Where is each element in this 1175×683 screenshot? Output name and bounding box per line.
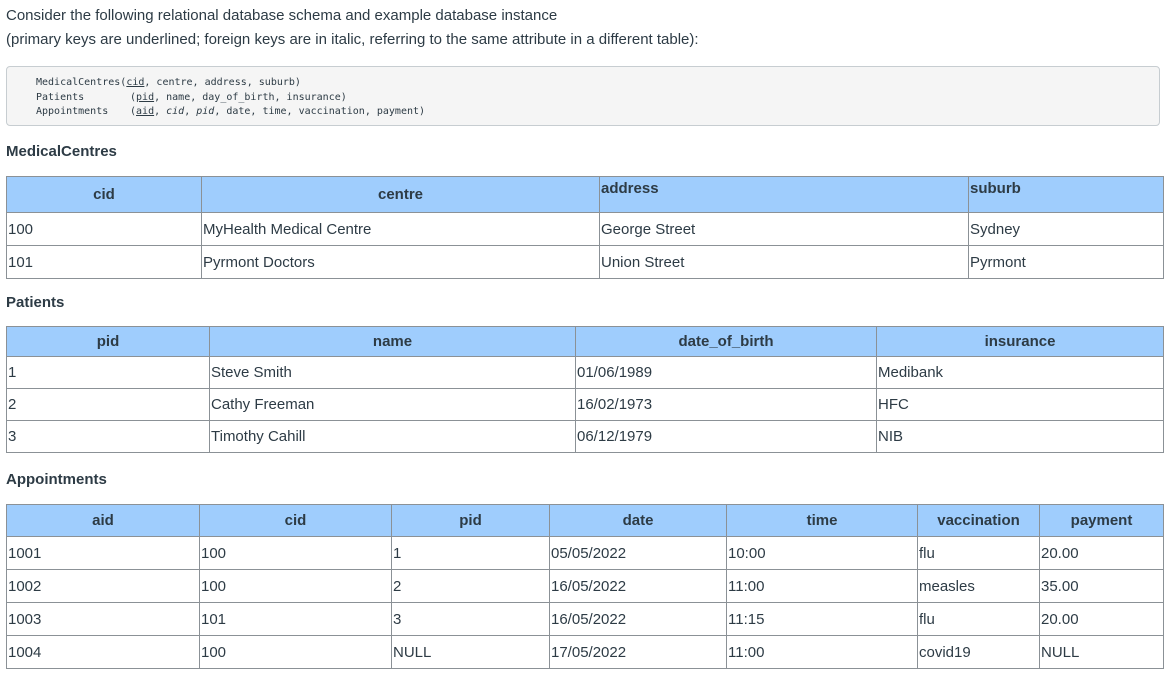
schema-patients: Patients(pid, name, day_of_birth, insura… xyxy=(36,91,1159,106)
column-header-aid: aid xyxy=(7,505,200,537)
table-row: 100 MyHealth Medical Centre George Stree… xyxy=(7,213,1164,246)
column-header-cid: cid xyxy=(200,505,392,537)
schema-primary-key: pid xyxy=(136,92,154,103)
column-header-time: time xyxy=(727,505,918,537)
table-row: 101 Pyrmont Doctors Union Street Pyrmont xyxy=(7,246,1164,279)
column-header-centre: centre xyxy=(202,177,600,213)
table-cell: 1 xyxy=(7,357,210,389)
table-cell: measles xyxy=(918,570,1040,603)
table-cell: 100 xyxy=(200,570,392,603)
schema-foreign-key: cid xyxy=(166,106,184,117)
table-cell: 1001 xyxy=(7,537,200,570)
table-row: 1 Steve Smith 01/06/1989 Medibank xyxy=(7,357,1164,389)
schema-code-block: MedicalCentres(cid, centre, address, sub… xyxy=(6,66,1160,126)
table-cell: 16/05/2022 xyxy=(550,570,727,603)
table-row: 1002 100 2 16/05/2022 11:00 measles 35.0… xyxy=(7,570,1164,603)
column-header-suburb: suburb xyxy=(969,177,1164,213)
table-row: 1004 100 NULL 17/05/2022 11:00 covid19 N… xyxy=(7,636,1164,669)
table-cell: Sydney xyxy=(969,213,1164,246)
table-cell: George Street xyxy=(600,213,969,246)
column-header-pid: pid xyxy=(392,505,550,537)
table-cell: 3 xyxy=(392,603,550,636)
table-cell: 16/05/2022 xyxy=(550,603,727,636)
table-row: 1001 100 1 05/05/2022 10:00 flu 20.00 xyxy=(7,537,1164,570)
table-cell: 17/05/2022 xyxy=(550,636,727,669)
table-cell: 05/05/2022 xyxy=(550,537,727,570)
table-cell: 16/02/1973 xyxy=(576,389,877,421)
schema-relation-name: Patients xyxy=(36,91,130,106)
schema-primary-key: aid xyxy=(136,106,154,117)
medical-centres-title: MedicalCentres xyxy=(6,143,117,161)
schema-relation-name: MedicalCentres xyxy=(36,77,120,88)
column-header-date: date xyxy=(550,505,727,537)
table-row: 1003 101 3 16/05/2022 11:15 flu 20.00 xyxy=(7,603,1164,636)
table-cell: NULL xyxy=(392,636,550,669)
table-cell: Cathy Freeman xyxy=(210,389,576,421)
table-cell: 2 xyxy=(392,570,550,603)
table-cell: 100 xyxy=(200,636,392,669)
table-cell: 11:15 xyxy=(727,603,918,636)
intro-line-2: (primary keys are underlined; foreign ke… xyxy=(6,31,699,49)
table-header-row: cid centre address suburb xyxy=(7,177,1164,213)
table-cell: 35.00 xyxy=(1040,570,1164,603)
table-cell: 1003 xyxy=(7,603,200,636)
column-header-cid: cid xyxy=(7,177,202,213)
table-cell: 20.00 xyxy=(1040,537,1164,570)
table-cell: 100 xyxy=(200,537,392,570)
table-cell: 1004 xyxy=(7,636,200,669)
table-cell: 10:00 xyxy=(727,537,918,570)
table-cell: 3 xyxy=(7,421,210,453)
table-cell: covid19 xyxy=(918,636,1040,669)
column-header-insurance: insurance xyxy=(877,327,1164,357)
table-header-row: aid cid pid date time vaccination paymen… xyxy=(7,505,1164,537)
table-row: 3 Timothy Cahill 06/12/1979 NIB xyxy=(7,421,1164,453)
column-header-date-of-birth: date_of_birth xyxy=(576,327,877,357)
schema-medical-centres: MedicalCentres(cid, centre, address, sub… xyxy=(36,76,1159,91)
appointments-title: Appointments xyxy=(6,471,107,489)
patients-table: pid name date_of_birth insurance 1 Steve… xyxy=(6,326,1164,453)
appointments-table: aid cid pid date time vaccination paymen… xyxy=(6,504,1164,669)
table-cell: Steve Smith xyxy=(210,357,576,389)
column-header-vaccination: vaccination xyxy=(918,505,1040,537)
column-header-address: address xyxy=(600,177,969,213)
intro-line-1: Consider the following relational databa… xyxy=(6,7,557,25)
table-cell: 100 xyxy=(7,213,202,246)
table-cell: Union Street xyxy=(600,246,969,279)
table-cell: 01/06/1989 xyxy=(576,357,877,389)
schema-relation-name: Appointments xyxy=(36,105,130,120)
table-cell: flu xyxy=(918,603,1040,636)
column-header-pid: pid xyxy=(7,327,210,357)
table-cell: 1 xyxy=(392,537,550,570)
table-cell: NIB xyxy=(877,421,1164,453)
table-cell: NULL xyxy=(1040,636,1164,669)
table-cell: Pyrmont Doctors xyxy=(202,246,600,279)
table-cell: 101 xyxy=(200,603,392,636)
table-cell: 11:00 xyxy=(727,636,918,669)
table-header-row: pid name date_of_birth insurance xyxy=(7,327,1164,357)
table-cell: HFC xyxy=(877,389,1164,421)
schema-primary-key: cid xyxy=(126,77,144,88)
table-cell: 101 xyxy=(7,246,202,279)
table-cell: 20.00 xyxy=(1040,603,1164,636)
table-cell: 2 xyxy=(7,389,210,421)
table-cell: Pyrmont xyxy=(969,246,1164,279)
table-cell: 06/12/1979 xyxy=(576,421,877,453)
column-header-payment: payment xyxy=(1040,505,1164,537)
medical-centres-table: cid centre address suburb 100 MyHealth M… xyxy=(6,176,1164,279)
column-header-name: name xyxy=(210,327,576,357)
schema-appointments: Appointments(aid, cid, pid, date, time, … xyxy=(36,105,1159,120)
table-cell: MyHealth Medical Centre xyxy=(202,213,600,246)
schema-foreign-key: pid xyxy=(196,106,214,117)
table-cell: Timothy Cahill xyxy=(210,421,576,453)
table-cell: Medibank xyxy=(877,357,1164,389)
table-cell: flu xyxy=(918,537,1040,570)
table-row: 2 Cathy Freeman 16/02/1973 HFC xyxy=(7,389,1164,421)
table-cell: 1002 xyxy=(7,570,200,603)
table-cell: 11:00 xyxy=(727,570,918,603)
patients-title: Patients xyxy=(6,294,64,312)
